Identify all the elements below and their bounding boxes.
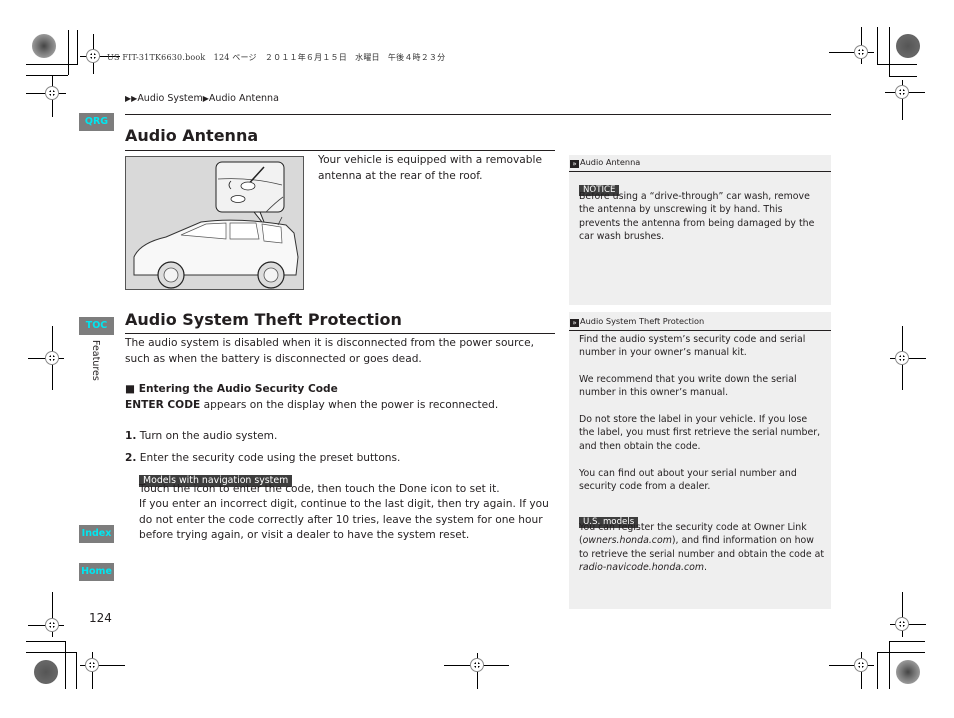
registration-mark	[45, 86, 59, 100]
sidebar-theft-paragraph: We recommend that you write down the ser…	[579, 374, 797, 399]
theft-intro: The audio system is disabled when it is …	[125, 337, 534, 365]
registration-mark	[854, 45, 868, 59]
registration-mark	[854, 658, 868, 672]
registration-disc-bottom-right	[896, 660, 920, 684]
registration-mark	[85, 658, 99, 672]
antenna-description: Your vehicle is equipped with a removabl…	[318, 154, 542, 182]
toc-tab[interactable]: TOC	[79, 317, 114, 335]
print-header: US FIT-31TK6630.book 124 ページ ２０１１年６月１５日 …	[107, 53, 446, 62]
section-title-audio-antenna: Audio Antenna	[125, 126, 259, 145]
header-divider	[125, 114, 830, 115]
registration-disc-bottom-left	[34, 660, 58, 684]
reference-arrow-icon: »	[570, 160, 579, 168]
car-with-antenna-image	[133, 161, 299, 289]
registration-mark	[895, 617, 909, 631]
breadcrumb-arrow-icon: ▶▶	[125, 94, 138, 103]
index-tab[interactable]: Index	[79, 525, 114, 543]
radio-navicode-link[interactable]: radio-navicode.honda.com	[579, 562, 704, 573]
sidebar-divider	[569, 330, 831, 331]
sidebar-theft-title: » Audio System Theft Protection	[570, 316, 704, 327]
subheading-entering-code: ■ Entering the Audio Security Code	[125, 383, 338, 395]
breadcrumb: ▶▶Audio System▶Audio Antenna	[125, 93, 279, 104]
step-1: 1. Turn on the audio system.	[125, 430, 278, 442]
section-divider	[125, 150, 555, 151]
breadcrumb-item-audio-system[interactable]: Audio System	[137, 93, 202, 104]
qrg-tab[interactable]: QRG	[79, 113, 114, 131]
reference-arrow-icon: »	[570, 319, 579, 327]
owners-link[interactable]: owners.honda.com	[583, 535, 672, 546]
registration-disc-top-left	[32, 34, 56, 58]
sidebar-divider	[569, 171, 831, 172]
sidebar-theft-paragraph: Find the audio system’s security code an…	[579, 334, 806, 359]
retry-instruction: If you enter an incorrect digit, continu…	[139, 498, 549, 541]
registration-mark	[86, 49, 100, 63]
home-tab[interactable]: Home	[79, 563, 114, 581]
section-title-theft-protection: Audio System Theft Protection	[125, 310, 402, 329]
registration-disc-top-right	[896, 34, 920, 58]
sidebar-theft-panel: » Audio System Theft Protection Find the …	[569, 312, 831, 609]
nav-instruction: Touch the icon to enter the code, then t…	[139, 483, 500, 495]
page-number: 124	[89, 611, 112, 625]
sidebar-antenna-panel: » Audio Antenna NOTICE Before using a “dr…	[569, 155, 831, 305]
registration-mark	[895, 351, 909, 365]
section-divider	[125, 333, 555, 334]
enter-code-text: ENTER CODE appears on the display when t…	[125, 399, 499, 411]
sidebar-antenna-title: » Audio Antenna	[570, 157, 640, 168]
registration-mark	[45, 351, 59, 365]
square-bullet-icon: ■	[125, 383, 136, 395]
registration-mark	[470, 658, 484, 672]
chapter-label: Features	[90, 340, 101, 381]
notice-text: Before using a “drive-through” car wash,…	[579, 191, 815, 243]
sidebar-theft-paragraph: You can find out about your serial numbe…	[579, 468, 797, 493]
breadcrumb-item-audio-antenna[interactable]: Audio Antenna	[209, 93, 279, 104]
us-models-text: You can register the security code at Ow…	[579, 522, 825, 574]
antenna-illustration	[125, 156, 304, 290]
step-2: 2. Enter the security code using the pre…	[125, 452, 401, 464]
sidebar-theft-paragraph: Do not store the label in your vehicle. …	[579, 414, 821, 452]
registration-mark	[895, 85, 909, 99]
registration-mark	[45, 618, 59, 632]
